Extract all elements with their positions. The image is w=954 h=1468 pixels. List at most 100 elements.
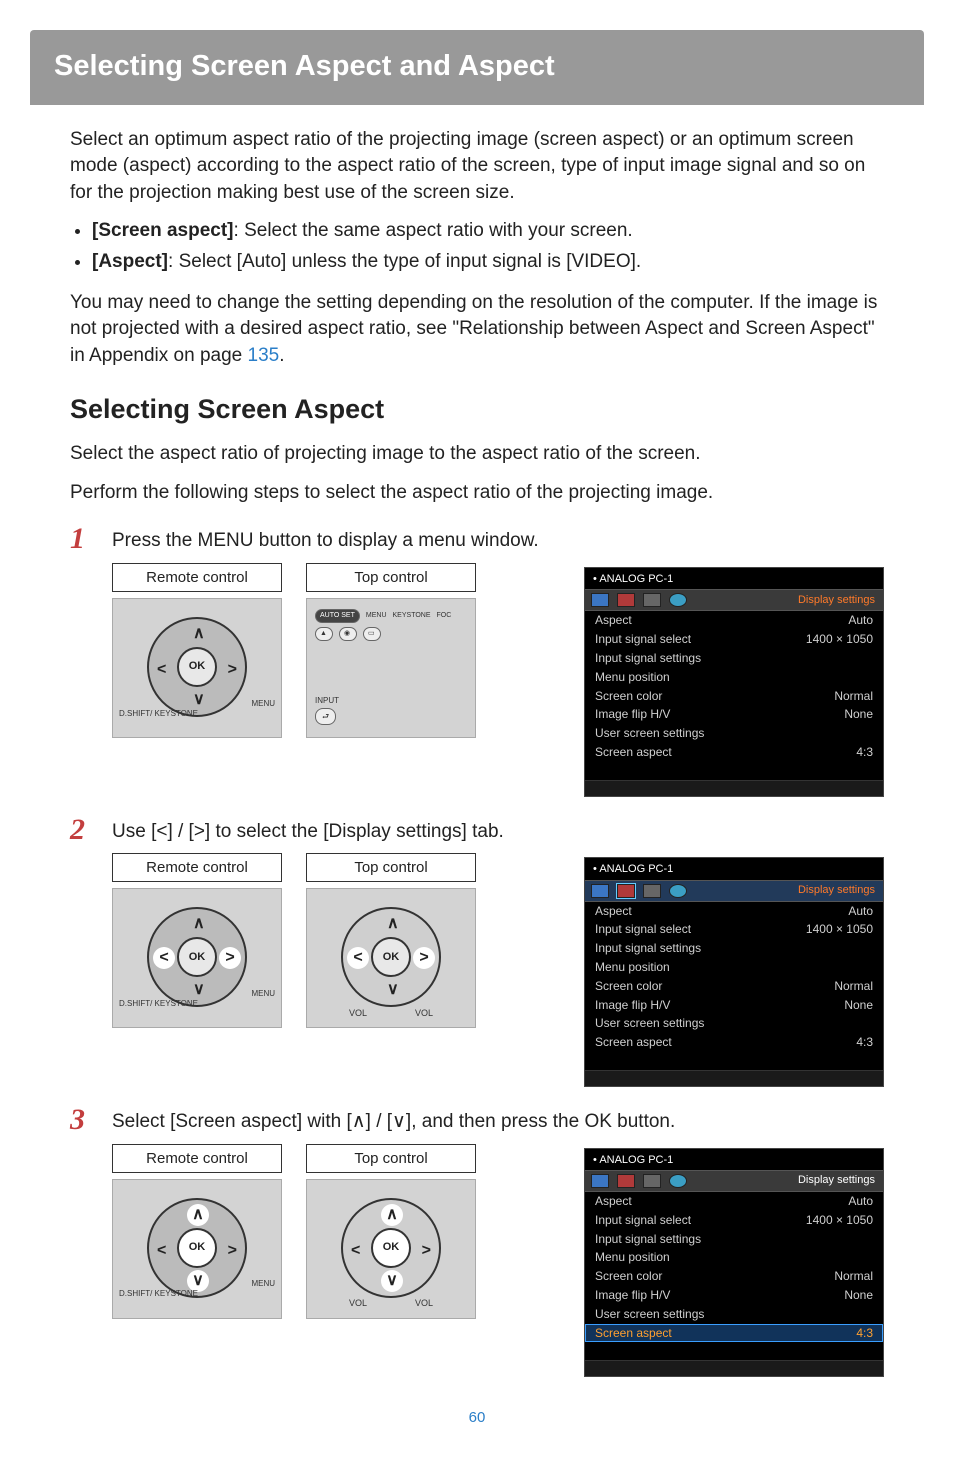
top-keystone-label: KEYSTONE — [393, 611, 431, 621]
osd-row-name: Input signal select — [595, 631, 691, 648]
osd-row-value: Normal — [834, 688, 873, 705]
dshift-label: D.SHIFT/ KEYSTONE — [119, 1288, 198, 1299]
osd-tab-icon — [643, 593, 661, 607]
intro-p2-text-a: You may need to change the setting depen… — [70, 292, 877, 366]
page-header: Selecting Screen Aspect and Aspect — [30, 30, 924, 105]
osd-tab-icon — [643, 884, 661, 898]
remote-panel-image: ∧∨ < > OK D.SHIFT/ KEYSTONE MENU — [112, 888, 282, 1028]
osd-row-value: Normal — [834, 1268, 873, 1285]
top-panel-image: AUTO SET MENU KEYSTONE FOC ▲ ◉ ▭ INPUT ⮐ — [306, 598, 476, 738]
osd-tab-icon — [643, 1174, 661, 1188]
ok-button-icon: OK — [371, 937, 411, 977]
bullet-list: [Screen aspect]: Select the same aspect … — [92, 218, 884, 275]
osd-row-name: Input signal settings — [595, 1231, 701, 1248]
remote-control-fig-1: Remote control ∧∨ <> OK D.SHIFT/ KEYSTON… — [112, 563, 282, 738]
section-heading: Selecting Screen Aspect — [70, 391, 884, 429]
step-2: 2 Use [<] / [>] to select the [Display s… — [70, 815, 884, 846]
osd-row-value: 1400 × 1050 — [806, 1212, 873, 1229]
top-panel-image: ∧∨ < > OK VOL VOL — [306, 888, 476, 1028]
top-input-label: INPUT — [315, 695, 339, 706]
osd-row-name: Screen color — [595, 688, 662, 705]
osd-row-name: Input signal settings — [595, 650, 701, 667]
osd-row-value: Auto — [848, 1193, 873, 1210]
osd-menu-2: • ANALOG PC-1 Display settings AspectAut… — [584, 857, 884, 1087]
bullet-aspect: [Aspect]: Select [Auto] unless the type … — [92, 249, 884, 276]
step-1-number: 1 — [70, 524, 94, 554]
osd-row-name: Screen color — [595, 1268, 662, 1285]
osd-tab-icon — [591, 884, 609, 898]
osd-tab-icon — [669, 1174, 687, 1188]
remote-control-fig-3: Remote control ∧ ∨ <> OK D.SHIFT/ KEYSTO… — [112, 1144, 282, 1319]
bullet-2-label: [Aspect] — [92, 251, 168, 272]
osd-row-name: Image flip H/V — [595, 997, 670, 1014]
ok-button-icon: OK — [371, 1228, 411, 1268]
top-control-fig-1: Top control AUTO SET MENU KEYSTONE FOC ▲… — [306, 563, 476, 738]
ok-button-icon: OK — [177, 1228, 217, 1268]
page-number: 60 — [70, 1407, 884, 1428]
top-menu-label: MENU — [366, 611, 387, 621]
remote-control-label: Remote control — [112, 853, 282, 882]
osd-row-name: Menu position — [595, 1249, 670, 1266]
top-control-label: Top control — [306, 853, 476, 882]
remote-control-label: Remote control — [112, 1144, 282, 1173]
step-2-number: 2 — [70, 815, 94, 845]
osd-row-value: Normal — [834, 978, 873, 995]
osd-row-value-selected: 4:3 — [856, 1325, 873, 1342]
ok-button-icon: OK — [177, 647, 217, 687]
osd-row-name-selected: Screen aspect — [595, 1325, 672, 1342]
step-3-number: 3 — [70, 1105, 94, 1135]
intro-paragraph-2: You may need to change the setting depen… — [70, 290, 884, 370]
osd-tab-label: Display settings — [798, 1173, 883, 1188]
top-control-label: Top control — [306, 1144, 476, 1173]
osd-row-name: Aspect — [595, 612, 632, 629]
top-foc-label: FOC — [437, 611, 452, 621]
osd-row-name: Input signal settings — [595, 940, 701, 957]
osd-row-value: 1400 × 1050 — [806, 631, 873, 648]
remote-panel-image: ∧ ∨ <> OK D.SHIFT/ KEYSTONE MENU — [112, 1179, 282, 1319]
osd-row-name: Image flip H/V — [595, 706, 670, 723]
osd-row-name: User screen settings — [595, 1015, 704, 1032]
vol-minus-label: VOL — [349, 1297, 367, 1310]
osd-tab-label: Display settings — [798, 593, 883, 608]
bullet-1-text: : Select the same aspect ratio with your… — [234, 220, 633, 241]
osd-source: ANALOG PC-1 — [599, 573, 673, 585]
step-2-text: Use [<] / [>] to select the [Display set… — [112, 819, 884, 846]
osd-row-name: Aspect — [595, 903, 632, 920]
remote-panel-image: ∧∨ <> OK D.SHIFT/ KEYSTONE MENU — [112, 598, 282, 738]
osd-row-name: Menu position — [595, 959, 670, 976]
ok-button-icon: OK — [177, 937, 217, 977]
section-p1: Select the aspect ratio of projecting im… — [70, 441, 884, 468]
remote-control-fig-2: Remote control ∧∨ < > OK D.SHIFT/ KEYSTO… — [112, 853, 282, 1028]
osd-row-name: User screen settings — [595, 725, 704, 742]
appendix-page-link[interactable]: 135 — [248, 345, 280, 366]
intro-paragraph-1: Select an optimum aspect ratio of the pr… — [70, 127, 884, 207]
remote-control-label: Remote control — [112, 563, 282, 592]
top-panel-image: ∧ ∨ <> OK VOL VOL — [306, 1179, 476, 1319]
section-p2: Perform the following steps to select th… — [70, 480, 884, 507]
osd-tab-icon — [669, 593, 687, 607]
dshift-label: D.SHIFT/ KEYSTONE — [119, 708, 198, 719]
osd-row-value: None — [844, 1287, 873, 1304]
osd-row-name: Menu position — [595, 669, 670, 686]
osd-tab-icon — [617, 593, 635, 607]
osd-menu-1: • ANALOG PC-1 Display settings AspectAut… — [584, 567, 884, 797]
osd-row-name: Screen color — [595, 978, 662, 995]
osd-row-name: Screen aspect — [595, 1034, 672, 1051]
osd-row-name: User screen settings — [595, 1306, 704, 1323]
osd-row-value: 4:3 — [856, 744, 873, 761]
top-control-fig-3: Top control ∧ ∨ <> OK VOL VOL — [306, 1144, 476, 1319]
osd-row-value: None — [844, 997, 873, 1014]
vol-plus-label: VOL — [415, 1297, 433, 1310]
osd-row-name: Input signal select — [595, 1212, 691, 1229]
osd-tab-icon — [617, 1174, 635, 1188]
dshift-label: D.SHIFT/ KEYSTONE — [119, 998, 198, 1009]
vol-minus-label: VOL — [349, 1007, 367, 1020]
osd-row-value: Auto — [848, 612, 873, 629]
bullet-1-label: [Screen aspect] — [92, 220, 234, 241]
bullet-2-text: : Select [Auto] unless the type of input… — [168, 251, 641, 272]
vol-plus-label: VOL — [415, 1007, 433, 1020]
osd-tab-icon — [669, 884, 687, 898]
menu-label: MENU — [251, 988, 275, 999]
osd-tab-icon-active — [617, 884, 635, 898]
top-control-label: Top control — [306, 563, 476, 592]
